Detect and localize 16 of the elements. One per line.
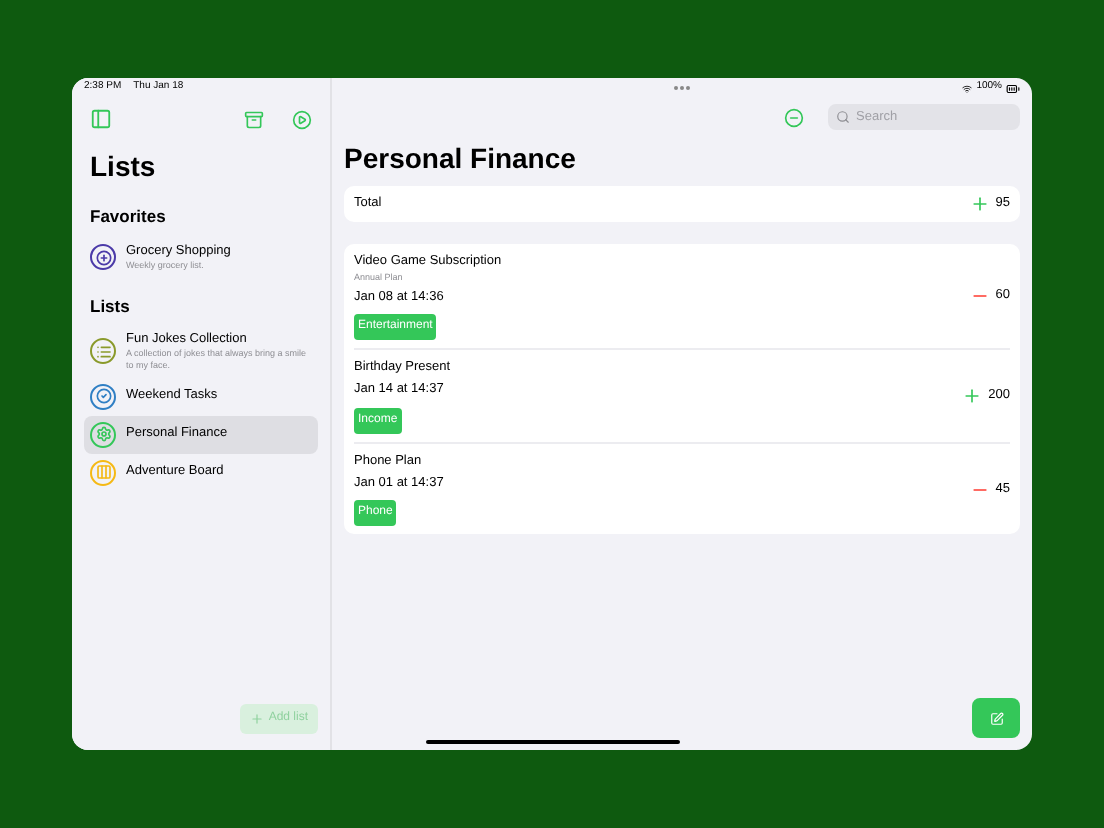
compose-button[interactable] bbox=[972, 698, 1020, 738]
archive-icon[interactable] bbox=[244, 109, 264, 129]
section-heading: Favorites bbox=[88, 204, 168, 230]
plus-icon bbox=[250, 712, 265, 726]
plus-icon bbox=[969, 194, 990, 214]
play-circle-icon[interactable] bbox=[292, 109, 312, 129]
sidebar-title: Lists bbox=[88, 148, 158, 186]
page-title: Personal Finance bbox=[344, 140, 578, 178]
minus-circle-icon[interactable] bbox=[784, 107, 804, 127]
wifi-icon bbox=[962, 83, 973, 93]
sidebar-toggle-icon[interactable] bbox=[90, 108, 112, 130]
section-heading: Lists bbox=[88, 293, 132, 319]
compose-icon bbox=[989, 711, 1003, 725]
plus-icon bbox=[962, 386, 983, 406]
battery-icon bbox=[1006, 81, 1020, 95]
search-icon bbox=[836, 110, 850, 124]
